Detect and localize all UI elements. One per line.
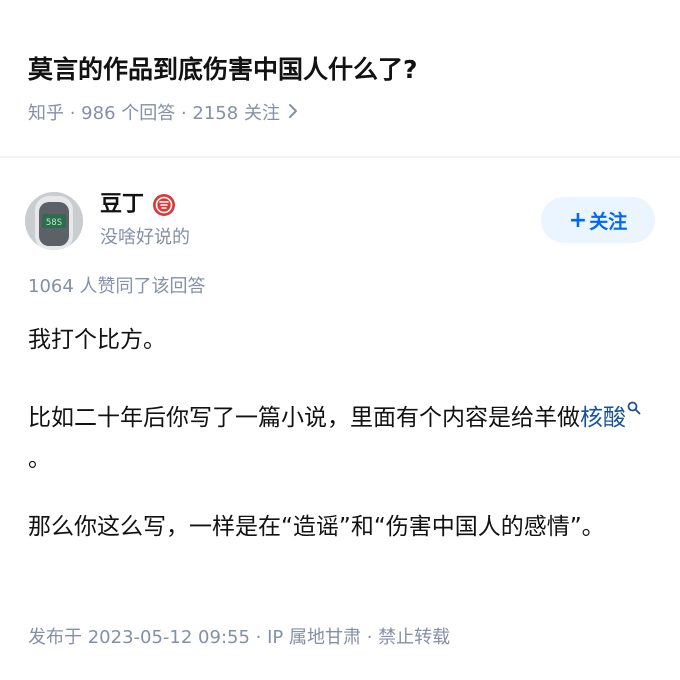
vote-count: 1064 人赞同了该回答 [28,276,206,297]
search-icon [627,388,641,415]
answer-paragraph-2: 比如二十年后你写了一篇小说，里面有个内容是给羊做核酸。 [28,388,652,480]
author-bio: 没啥好说的 [100,227,190,248]
section-divider [0,156,680,158]
question-meta[interactable]: 知乎 · 986 个回答 · 2158 关注 [28,101,298,127]
answer-text: 比如二十年后你写了一篇小说，里面有个内容是给羊做 [28,405,580,431]
answer-content: 我打个比方。 比如二十年后你写了一篇小说，里面有个内容是给羊做核酸。 那么你这么… [28,320,652,548]
answer-text: 。 [28,446,51,472]
author-row: 58S 豆丁 没啥好说的 + 关注 [0,186,680,256]
answer-paragraph-3: 那么你这么写，一样是在“造谣”和“伤害中国人的感情”。 [28,514,605,540]
publish-info: 发布于 2023-05-12 09:55 · IP 属地甘肃 · 禁止转载 [28,627,451,648]
plus-icon: + [568,207,588,233]
follow-button[interactable]: + 关注 [541,197,655,243]
keyword-link[interactable]: 核酸 [580,401,641,431]
chevron-right-icon [288,101,298,127]
question-title[interactable]: 莫言的作品到底伤害中国人什么了? [28,52,418,88]
avatar[interactable]: 58S [25,192,83,250]
keyword-link-text: 核酸 [580,405,626,431]
creator-badge-icon [152,193,176,217]
question-header: 莫言的作品到底伤害中国人什么了? 知乎 · 986 个回答 · 2158 关注 [0,0,680,158]
answer-paragraph-1: 我打个比方。 [28,327,166,353]
author-name[interactable]: 豆丁 [100,190,144,220]
question-meta-text: 知乎 · 986 个回答 · 2158 关注 [28,103,280,124]
svg-text:58S: 58S [46,218,62,228]
author-name-row: 豆丁 [100,190,176,220]
follow-label: 关注 [589,210,628,233]
